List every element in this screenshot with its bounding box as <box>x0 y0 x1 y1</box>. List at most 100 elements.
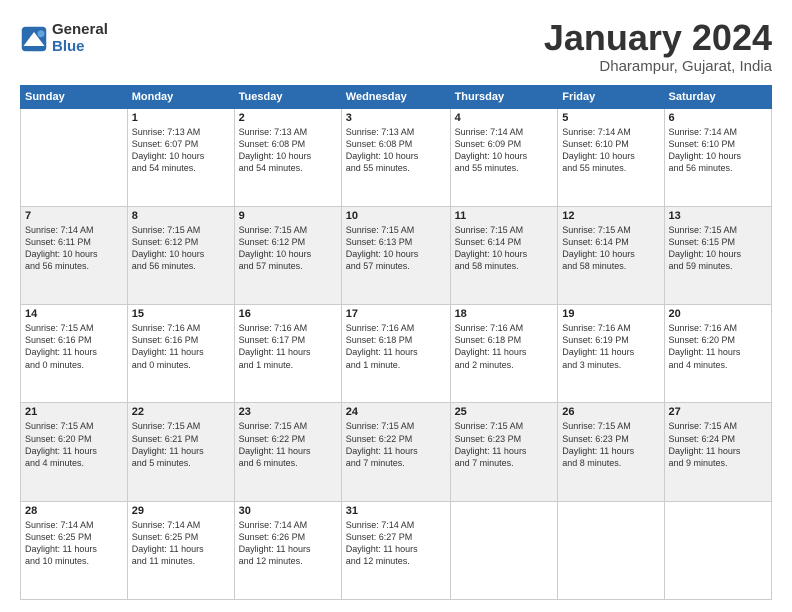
day-info: Sunrise: 7:15 AM Sunset: 6:12 PM Dayligh… <box>239 224 337 273</box>
table-row: 2 Sunrise: 7:13 AM Sunset: 6:08 PM Daylig… <box>234 108 341 206</box>
day-info: Sunrise: 7:16 AM Sunset: 6:18 PM Dayligh… <box>346 322 446 371</box>
day-number: 17 <box>346 308 446 320</box>
table-row: 18 Sunrise: 7:16 AM Sunset: 6:18 PM Dayli… <box>450 305 558 403</box>
table-row: 17 Sunrise: 7:16 AM Sunset: 6:18 PM Dayli… <box>341 305 450 403</box>
table-row <box>21 108 128 206</box>
day-info: Sunrise: 7:15 AM Sunset: 6:15 PM Dayligh… <box>669 224 767 273</box>
table-row: 16Sunrise: 7:16 AM Sunset: 6:17 PM Dayli… <box>234 305 341 403</box>
day-info: Sunrise: 7:14 AM Sunset: 6:26 PM Dayligh… <box>239 519 337 568</box>
calendar-page: General Blue January 2024 Dharampur, Guj… <box>0 0 792 612</box>
day-info: Sunrise: 7:15 AM Sunset: 6:22 PM Dayligh… <box>346 420 446 469</box>
day-number: 7 <box>25 210 123 222</box>
calendar-week-row: 7 Sunrise: 7:14 AM Sunset: 6:11 PM Daylig… <box>21 206 772 304</box>
day-number: 19 <box>562 308 659 320</box>
day-info: Sunrise: 7:15 AM Sunset: 6:13 PM Dayligh… <box>346 224 446 273</box>
day-number: 11 <box>455 210 554 222</box>
table-row: 7 Sunrise: 7:14 AM Sunset: 6:11 PM Daylig… <box>21 206 128 304</box>
day-info: Sunrise: 7:15 AM Sunset: 6:22 PM Dayligh… <box>239 420 337 469</box>
logo-blue-text: Blue <box>52 39 108 56</box>
day-number: 9 <box>239 210 337 222</box>
day-info: Sunrise: 7:14 AM Sunset: 6:25 PM Dayligh… <box>25 519 123 568</box>
day-number: 3 <box>346 112 446 124</box>
day-number: 29 <box>132 505 230 517</box>
calendar-week-row: 14Sunrise: 7:15 AM Sunset: 6:16 PM Dayli… <box>21 305 772 403</box>
table-row: 10Sunrise: 7:15 AM Sunset: 6:13 PM Dayli… <box>341 206 450 304</box>
day-number: 18 <box>455 308 554 320</box>
day-info: Sunrise: 7:16 AM Sunset: 6:19 PM Dayligh… <box>562 322 659 371</box>
logo-text: General Blue <box>52 22 108 55</box>
day-info: Sunrise: 7:15 AM Sunset: 6:23 PM Dayligh… <box>455 420 554 469</box>
table-row: 30 Sunrise: 7:14 AM Sunset: 6:26 PM Dayli… <box>234 501 341 599</box>
table-row: 26Sunrise: 7:15 AM Sunset: 6:23 PM Dayli… <box>558 403 664 501</box>
table-row: 27 Sunrise: 7:15 AM Sunset: 6:24 PM Dayli… <box>664 403 771 501</box>
calendar-week-row: 28 Sunrise: 7:14 AM Sunset: 6:25 PM Dayli… <box>21 501 772 599</box>
day-number: 1 <box>132 112 230 124</box>
table-row: 29 Sunrise: 7:14 AM Sunset: 6:25 PM Dayli… <box>127 501 234 599</box>
logo-general-text: General <box>52 22 108 39</box>
day-number: 13 <box>669 210 767 222</box>
table-row: 1 Sunrise: 7:13 AM Sunset: 6:07 PM Daylig… <box>127 108 234 206</box>
day-info: Sunrise: 7:15 AM Sunset: 6:12 PM Dayligh… <box>132 224 230 273</box>
day-number: 27 <box>669 406 767 418</box>
day-info: Sunrise: 7:14 AM Sunset: 6:09 PM Dayligh… <box>455 126 554 175</box>
day-number: 15 <box>132 308 230 320</box>
day-number: 24 <box>346 406 446 418</box>
table-row: 31Sunrise: 7:14 AM Sunset: 6:27 PM Dayli… <box>341 501 450 599</box>
day-number: 30 <box>239 505 337 517</box>
day-number: 21 <box>25 406 123 418</box>
day-info: Sunrise: 7:16 AM Sunset: 6:18 PM Dayligh… <box>455 322 554 371</box>
day-number: 4 <box>455 112 554 124</box>
header-thursday: Thursday <box>450 85 558 108</box>
calendar-week-row: 1 Sunrise: 7:13 AM Sunset: 6:07 PM Daylig… <box>21 108 772 206</box>
table-row: 13 Sunrise: 7:15 AM Sunset: 6:15 PM Dayli… <box>664 206 771 304</box>
table-row: 28 Sunrise: 7:14 AM Sunset: 6:25 PM Dayli… <box>21 501 128 599</box>
header-tuesday: Tuesday <box>234 85 341 108</box>
table-row: 9 Sunrise: 7:15 AM Sunset: 6:12 PM Daylig… <box>234 206 341 304</box>
day-number: 25 <box>455 406 554 418</box>
header-wednesday: Wednesday <box>341 85 450 108</box>
table-row: 20 Sunrise: 7:16 AM Sunset: 6:20 PM Dayli… <box>664 305 771 403</box>
day-number: 20 <box>669 308 767 320</box>
day-info: Sunrise: 7:15 AM Sunset: 6:23 PM Dayligh… <box>562 420 659 469</box>
logo-icon <box>20 25 48 53</box>
day-info: Sunrise: 7:14 AM Sunset: 6:10 PM Dayligh… <box>669 126 767 175</box>
day-info: Sunrise: 7:13 AM Sunset: 6:07 PM Dayligh… <box>132 126 230 175</box>
table-row <box>558 501 664 599</box>
table-row: 15 Sunrise: 7:16 AM Sunset: 6:16 PM Dayli… <box>127 305 234 403</box>
day-info: Sunrise: 7:14 AM Sunset: 6:25 PM Dayligh… <box>132 519 230 568</box>
table-row: 25 Sunrise: 7:15 AM Sunset: 6:23 PM Dayli… <box>450 403 558 501</box>
day-info: Sunrise: 7:14 AM Sunset: 6:11 PM Dayligh… <box>25 224 123 273</box>
day-info: Sunrise: 7:16 AM Sunset: 6:17 PM Dayligh… <box>239 322 337 371</box>
day-number: 5 <box>562 112 659 124</box>
location-subtitle: Dharampur, Gujarat, India <box>544 58 772 75</box>
page-header: General Blue January 2024 Dharampur, Guj… <box>20 18 772 75</box>
table-row: 4 Sunrise: 7:14 AM Sunset: 6:09 PM Daylig… <box>450 108 558 206</box>
table-row: 24 Sunrise: 7:15 AM Sunset: 6:22 PM Dayli… <box>341 403 450 501</box>
day-number: 8 <box>132 210 230 222</box>
day-info: Sunrise: 7:16 AM Sunset: 6:20 PM Dayligh… <box>669 322 767 371</box>
day-number: 23 <box>239 406 337 418</box>
day-number: 28 <box>25 505 123 517</box>
table-row: 8 Sunrise: 7:15 AM Sunset: 6:12 PM Daylig… <box>127 206 234 304</box>
table-row: 12Sunrise: 7:15 AM Sunset: 6:14 PM Dayli… <box>558 206 664 304</box>
table-row: 21 Sunrise: 7:15 AM Sunset: 6:20 PM Dayli… <box>21 403 128 501</box>
logo: General Blue <box>20 22 108 55</box>
day-info: Sunrise: 7:15 AM Sunset: 6:24 PM Dayligh… <box>669 420 767 469</box>
header-monday: Monday <box>127 85 234 108</box>
day-info: Sunrise: 7:14 AM Sunset: 6:10 PM Dayligh… <box>562 126 659 175</box>
table-row: 6Sunrise: 7:14 AM Sunset: 6:10 PM Daylig… <box>664 108 771 206</box>
month-title: January 2024 <box>544 18 772 58</box>
day-number: 14 <box>25 308 123 320</box>
day-number: 2 <box>239 112 337 124</box>
header-saturday: Saturday <box>664 85 771 108</box>
day-info: Sunrise: 7:15 AM Sunset: 6:20 PM Dayligh… <box>25 420 123 469</box>
day-number: 31 <box>346 505 446 517</box>
day-info: Sunrise: 7:16 AM Sunset: 6:16 PM Dayligh… <box>132 322 230 371</box>
calendar-table: Sunday Monday Tuesday Wednesday Thursday… <box>20 85 772 600</box>
day-number: 22 <box>132 406 230 418</box>
table-row <box>450 501 558 599</box>
day-info: Sunrise: 7:13 AM Sunset: 6:08 PM Dayligh… <box>346 126 446 175</box>
table-row: 14Sunrise: 7:15 AM Sunset: 6:16 PM Dayli… <box>21 305 128 403</box>
table-row: 11Sunrise: 7:15 AM Sunset: 6:14 PM Dayli… <box>450 206 558 304</box>
day-info: Sunrise: 7:13 AM Sunset: 6:08 PM Dayligh… <box>239 126 337 175</box>
